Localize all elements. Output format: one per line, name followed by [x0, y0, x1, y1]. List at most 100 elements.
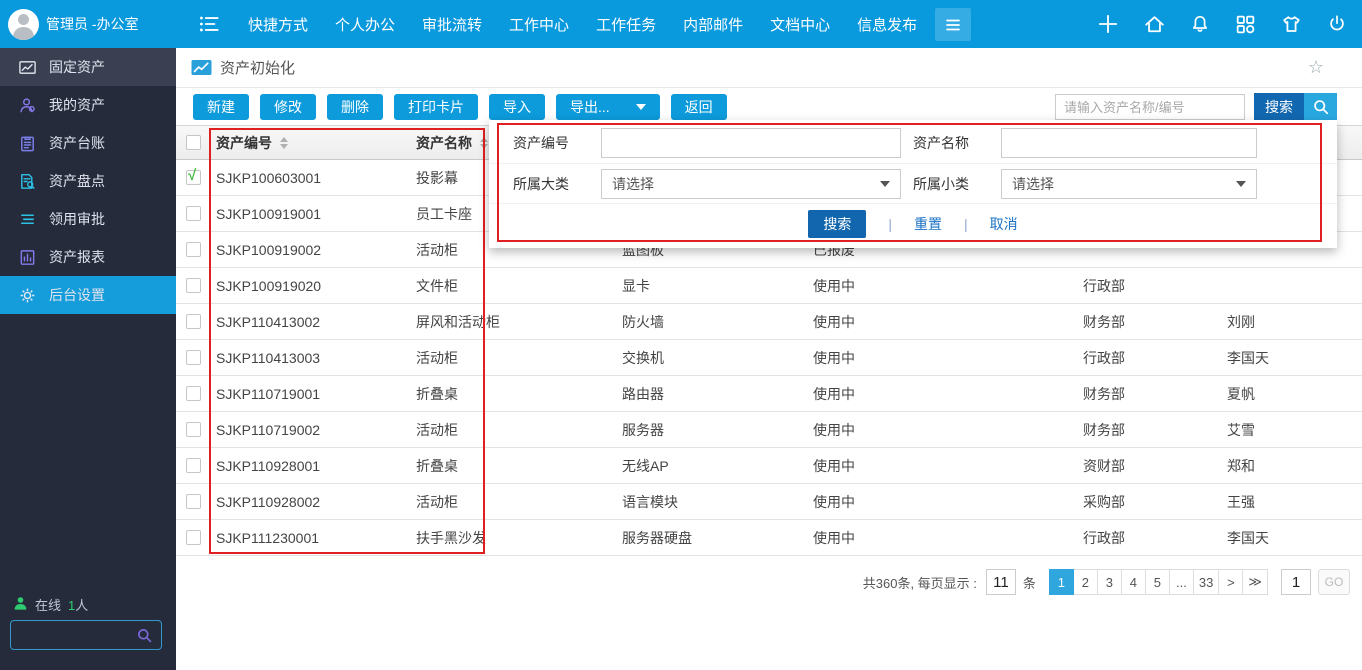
nav-item-4[interactable]: 工作任务 [596, 14, 656, 35]
doc-search-icon [18, 172, 37, 191]
row-checkbox[interactable] [186, 350, 201, 365]
page-size-box[interactable]: 11 [986, 569, 1016, 595]
sidebar-search-input[interactable] [11, 621, 136, 649]
nav-item-1[interactable]: 个人办公 [335, 14, 395, 35]
asset-code-input[interactable] [601, 128, 901, 158]
nav-item-5[interactable]: 内部邮件 [683, 14, 743, 35]
avatar[interactable] [8, 9, 39, 40]
nav-item-2[interactable]: 审批流转 [422, 14, 482, 35]
title-bar: 资产初始化 ☆ [176, 48, 1362, 88]
sidebar-item-1[interactable]: 我的资产 [0, 86, 176, 124]
nav-item-7[interactable]: 信息发布 [857, 14, 917, 35]
nav-item-0[interactable]: 快捷方式 [248, 14, 308, 35]
sidebar-item-2[interactable]: 资产台账 [0, 124, 176, 162]
print-card-button[interactable]: 打印卡片 [394, 94, 478, 120]
cell-use-status: 使用中 [813, 312, 1083, 332]
bell-icon[interactable] [1189, 13, 1211, 35]
apps-icon[interactable] [1234, 13, 1257, 36]
cell-device-name: 防火墙 [622, 312, 813, 332]
column-header-asset-name[interactable]: 资产名称 [416, 133, 472, 153]
menu-outline-icon[interactable] [196, 11, 222, 37]
sidebar-item-4[interactable]: 领用审批 [0, 200, 176, 238]
cell-user: 王强 [1227, 492, 1362, 512]
sidebar-item-6[interactable]: 后台设置 [0, 276, 176, 314]
cell-checkbox: √ [186, 170, 216, 185]
import-button[interactable]: 导入 [489, 94, 545, 120]
cell-device-name: 交换机 [622, 348, 813, 368]
nav-item-6[interactable]: 文档中心 [770, 14, 830, 35]
asset-name-input[interactable] [1001, 128, 1257, 158]
page-button-...[interactable]: ... [1169, 569, 1194, 595]
goto-page-input[interactable] [1281, 569, 1311, 595]
list-lines-icon [18, 210, 37, 229]
sidebar-item-0[interactable]: 固定资产 [0, 48, 176, 86]
user-menu[interactable]: 管理员 -办公室 [0, 0, 176, 48]
cell-checkbox [186, 422, 216, 437]
popup-cancel-link[interactable]: 取消 [990, 214, 1018, 234]
new-button[interactable]: 新建 [193, 94, 249, 120]
row-checkbox[interactable] [186, 242, 201, 257]
page-button-2[interactable]: 2 [1073, 569, 1098, 595]
search-icon[interactable] [1304, 93, 1337, 121]
add-icon[interactable] [1096, 12, 1120, 36]
power-icon[interactable] [1326, 13, 1348, 35]
gear-icon [18, 286, 37, 305]
go-button[interactable]: GO [1318, 569, 1350, 595]
column-header-asset-code[interactable]: 资产编号 [216, 133, 272, 153]
row-checkbox[interactable] [186, 206, 201, 221]
delete-button[interactable]: 删除 [327, 94, 383, 120]
page-button-5[interactable]: 5 [1145, 569, 1170, 595]
pagination: 共360条, 每页显示 : 11 条 12345...33>≫ GO [863, 568, 1350, 596]
popup-reset-link[interactable]: 重置 [914, 214, 942, 234]
page-button-1[interactable]: 1 [1049, 569, 1074, 595]
major-category-select[interactable]: 请选择 [601, 169, 901, 199]
quick-search-input[interactable] [1055, 94, 1245, 120]
page-button-≫[interactable]: ≫ [1242, 569, 1268, 595]
cell-device-name: 语言模块 [622, 492, 813, 512]
field-label-asset-name: 资产名称 [913, 133, 1001, 153]
sort-icon[interactable] [480, 137, 488, 149]
row-checkbox[interactable] [186, 278, 201, 293]
page-button-4[interactable]: 4 [1121, 569, 1146, 595]
page-button-33[interactable]: 33 [1193, 569, 1219, 595]
row-checkbox[interactable] [186, 530, 201, 545]
sidebar-item-3[interactable]: 资产盘点 [0, 162, 176, 200]
row-checkbox[interactable] [186, 386, 201, 401]
nav-item-3[interactable]: 工作中心 [509, 14, 569, 35]
cell-use-status: 使用中 [813, 276, 1083, 296]
sidebar-item-5[interactable]: 资产报表 [0, 238, 176, 276]
export-button[interactable]: 导出... [556, 94, 660, 120]
sort-icon[interactable] [280, 137, 288, 149]
minor-category-select[interactable]: 请选择 [1001, 169, 1257, 199]
cell-user: 李国天 [1227, 348, 1362, 368]
edit-button[interactable]: 修改 [260, 94, 316, 120]
row-checkbox[interactable] [186, 494, 201, 509]
favorite-star-icon[interactable]: ☆ [1308, 57, 1324, 78]
popup-search-button[interactable]: 搜索 [808, 210, 866, 238]
cell-device-name: 无线AP [622, 456, 813, 476]
quick-search-button[interactable]: 搜索 [1254, 93, 1304, 121]
home-icon[interactable] [1143, 13, 1166, 36]
cell-use-status: 使用中 [813, 384, 1083, 404]
cell-department: 采购部 [1083, 492, 1227, 512]
back-button[interactable]: 返回 [671, 94, 727, 120]
sidebar-item-label: 固定资产 [49, 57, 105, 77]
cell-department: 财务部 [1083, 312, 1227, 332]
cell-asset-code: SJKP111230001 [216, 530, 416, 546]
user-name: 管理员 -办公室 [46, 14, 139, 34]
cell-device-name: 路由器 [622, 384, 813, 404]
top-icon-group [1096, 0, 1348, 48]
row-checkbox[interactable] [186, 314, 201, 329]
search-icon[interactable] [136, 627, 153, 644]
page-button->[interactable]: > [1218, 569, 1243, 595]
row-checkbox[interactable] [186, 422, 201, 437]
shirt-icon[interactable] [1280, 13, 1303, 36]
page-button-3[interactable]: 3 [1097, 569, 1122, 595]
cell-asset-code: SJKP110413003 [216, 350, 416, 366]
row-checkbox[interactable]: √ [186, 170, 201, 185]
row-checkbox[interactable] [186, 458, 201, 473]
select-all-checkbox[interactable] [186, 135, 201, 150]
online-unit: 人 [75, 598, 88, 613]
hamburger-menu-button[interactable] [935, 8, 971, 41]
cell-department: 财务部 [1083, 420, 1227, 440]
